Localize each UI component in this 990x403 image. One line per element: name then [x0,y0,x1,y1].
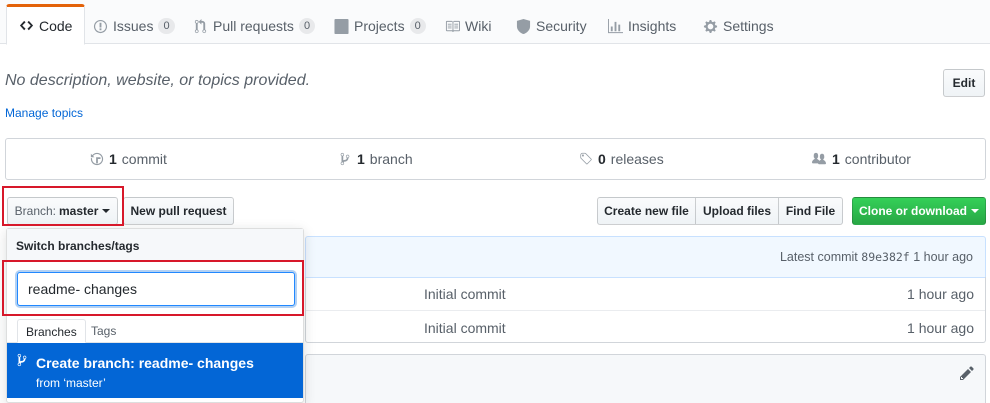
tab-wiki[interactable]: Wiki [445,8,491,44]
tab-settings[interactable]: Settings [703,8,774,44]
edit-description-button[interactable]: Edit [943,69,985,97]
issue-icon [93,19,108,33]
project-icon [334,18,349,34]
dropdown-header: Switch branches/tags [7,229,303,262]
pencil-icon [960,366,974,380]
table-row: Initial commit 1 hour ago [306,310,985,343]
file-list: Initial commit 1 hour ago Initial commit… [305,277,986,343]
releases-count: 0 [598,151,606,167]
latest-commit-bar: Latest commit 89e382f 1 hour ago [305,236,986,278]
book-icon [445,20,460,32]
tab-label: Issues [113,18,154,34]
issues-counter: 0 [158,18,175,34]
commit-message-link[interactable]: Initial commit [424,320,506,336]
history-icon [90,152,104,166]
tag-icon [580,152,592,165]
tab-label: Insights [628,18,677,34]
projects-counter: 0 [409,18,426,34]
commit-age: 1 hour ago [907,286,974,302]
tab-branches[interactable]: Branches [17,319,86,343]
latest-commit-label: Latest commit [779,250,858,264]
dropdown-tabs: Branches Tags [7,319,303,343]
gear-icon [703,19,718,33]
commit-sha-link[interactable]: 89e382f [861,250,909,264]
edit-readme-button[interactable] [959,365,975,381]
shield-icon [516,18,531,34]
releases-link[interactable]: 0 releases [579,151,664,167]
manage-topics-link[interactable]: Manage topics [5,106,83,120]
create-new-file-button[interactable]: Create new file [597,197,696,225]
tab-insights[interactable]: Insights [608,8,676,44]
people-icon [812,152,826,165]
tab-label: Projects [354,18,405,34]
tab-code[interactable]: Code [6,4,86,45]
table-row: Initial commit 1 hour ago [306,277,985,310]
tab-issues[interactable]: Issues 0 [93,8,175,44]
code-icon [19,20,34,31]
tab-label: Wiki [465,18,492,34]
create-branch-title: Create branch: readme- changes [36,355,254,371]
new-pull-request-button[interactable]: New pull request [123,197,234,225]
graph-icon [608,18,623,33]
tab-security[interactable]: Security [516,8,587,44]
tab-label: Settings [723,18,774,34]
clone-label: Clone or download [859,204,967,218]
tab-label: Pull requests [213,18,294,34]
branch-icon [17,353,27,367]
contributors-label: contributor [844,151,911,167]
find-file-button[interactable]: Find File [778,197,843,225]
branches-link[interactable]: 1 branch [338,151,413,167]
releases-label: releases [610,151,664,167]
branches-label: branch [369,151,413,167]
tab-projects[interactable]: Projects 0 [334,8,426,44]
commit-age: 1 hour ago [913,250,973,264]
tab-pull-requests[interactable]: Pull requests 0 [193,8,316,44]
readme-box [305,354,986,403]
create-branch-source: from ‘master’ [36,376,106,390]
tab-tags[interactable]: Tags [83,319,124,343]
repo-description: No description, website, or topics provi… [5,72,311,89]
create-branch-item[interactable]: Create branch: readme- changes from ‘mas… [7,343,303,398]
contributors-count: 1 [832,151,840,167]
clone-or-download-button[interactable]: Clone or download [852,197,986,225]
branches-count: 1 [357,151,365,167]
commit-message-link[interactable]: Initial commit [424,286,506,302]
tab-label: Code [39,17,73,34]
contributors-link[interactable]: 1 contributor [811,151,911,167]
pull-requests-counter: 0 [298,18,316,34]
latest-commit-info: Latest commit 89e382f 1 hour ago [780,250,973,264]
commit-age: 1 hour ago [907,320,974,336]
commits-link[interactable]: 1 commit [90,151,167,167]
commits-label: commit [121,151,167,167]
tab-label: Security [536,18,587,34]
highlight-branch-input [2,260,304,316]
branch-icon [340,152,350,166]
repo-numbers-summary: 1 commit 1 branch 0 releases 1 contribut… [5,138,986,180]
repo-nav-tabs: Code Issues 0 Pull requests 0 Projects 0… [0,0,990,45]
caret-down-icon [971,209,979,213]
pull-request-icon [194,18,207,33]
highlight-branch-button [2,186,124,226]
upload-files-button[interactable]: Upload files [695,197,779,225]
commits-count: 1 [109,151,117,167]
